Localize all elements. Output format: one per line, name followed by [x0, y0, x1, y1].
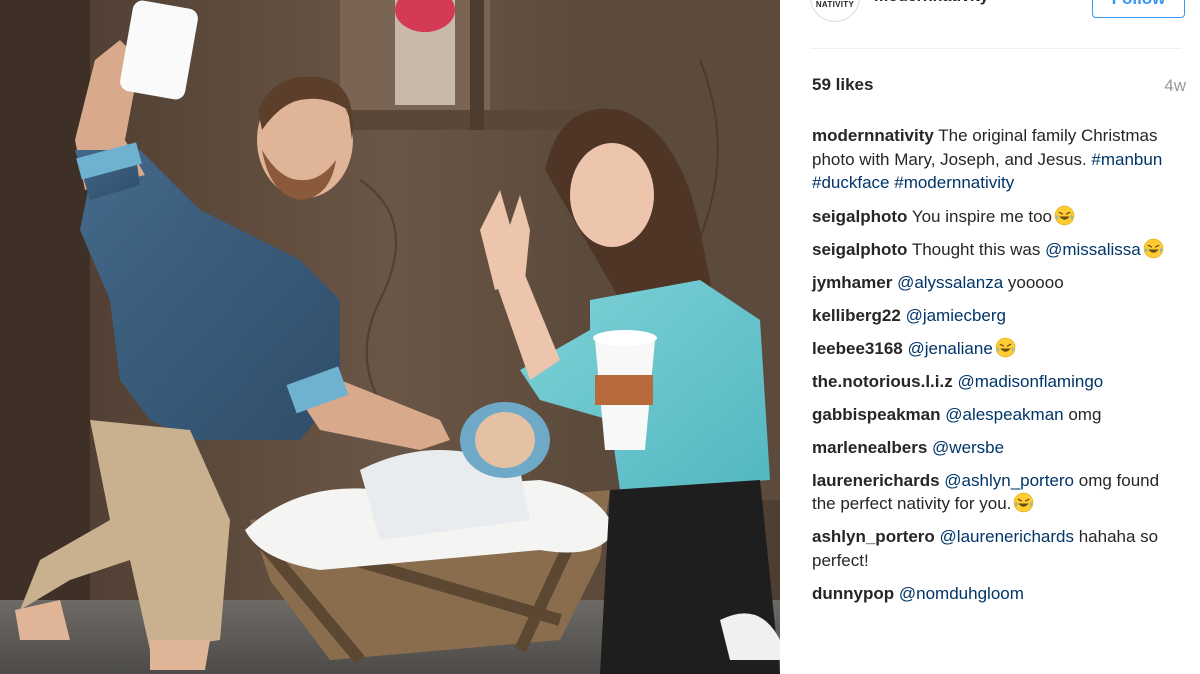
face-with-tears-of-joy-icon: [1014, 492, 1034, 513]
comment-username[interactable]: laurenerichards: [812, 471, 940, 490]
comment-item: kelliberg22 @jamiecberg: [812, 304, 1184, 328]
comment-item: laurenerichards @ashlyn_portero omg foun…: [812, 469, 1184, 516]
mention-link[interactable]: @laurenerichards: [940, 527, 1074, 546]
comment-text: omg: [1063, 404, 1102, 424]
comment-item: jymhamer @alyssalanza yooooo: [812, 271, 1184, 295]
hashtag-link[interactable]: #modernnativity: [894, 173, 1014, 192]
header-username[interactable]: modernnativity: [874, 0, 989, 6]
comments-list: modernnativity The original family Chris…: [812, 124, 1184, 615]
comment-item: seigalphoto You inspire me too: [812, 205, 1184, 229]
likes-count[interactable]: 59 likes: [812, 75, 873, 95]
comment-username[interactable]: seigalphoto: [812, 207, 907, 226]
comment-item: ashlyn_portero @laurenerichards hahaha s…: [812, 525, 1184, 572]
mention-link[interactable]: @jenaliane: [907, 339, 992, 358]
mention-link[interactable]: @alyssalanza: [897, 273, 1003, 292]
comment-username[interactable]: modernnativity: [812, 126, 934, 145]
nativity-figurines-illustration: [0, 0, 780, 674]
caption: modernnativity The original family Chris…: [812, 124, 1184, 195]
comment-username[interactable]: kelliberg22: [812, 306, 901, 325]
hashtag-link[interactable]: #manbun: [1091, 150, 1162, 169]
mention-link[interactable]: @alespeakman: [945, 405, 1063, 424]
mention-link[interactable]: @ashlyn_portero: [944, 471, 1074, 490]
comment-username[interactable]: jymhamer: [812, 273, 892, 292]
comment-item: seigalphoto Thought this was @missalissa: [812, 238, 1184, 262]
follow-button[interactable]: Follow: [1092, 0, 1185, 18]
comment-username[interactable]: ashlyn_portero: [812, 527, 935, 546]
face-with-tears-of-joy-icon: [1143, 238, 1164, 258]
header-divider: [810, 48, 1182, 49]
comment-item: marlenealbers @wersbe: [812, 436, 1184, 460]
post-photo[interactable]: [0, 0, 780, 674]
avatar-logo-text: NATIVITY: [815, 0, 855, 9]
mention-link[interactable]: @nomduhgloom: [899, 584, 1024, 603]
comment-text: yooooo: [1003, 272, 1064, 292]
post-header: NATIVITY modernnativity Follow: [780, 0, 1200, 48]
post-age[interactable]: 4w: [1164, 76, 1186, 96]
comment-text: Thought this was: [911, 239, 1046, 259]
comment-username[interactable]: the.notorious.l.i.z: [812, 372, 953, 391]
face-with-tears-of-joy-icon: [1054, 205, 1075, 225]
comment-item: the.notorious.l.i.z @madisonflamingo: [812, 370, 1184, 394]
comment-username[interactable]: dunnypop: [812, 584, 894, 603]
comment-item: dunnypop @nomduhgloom: [812, 582, 1184, 606]
comment-item: gabbispeakman @alespeakman omg: [812, 403, 1184, 427]
hashtag-link[interactable]: #duckface: [812, 173, 890, 192]
comment-username[interactable]: marlenealbers: [812, 438, 927, 457]
mention-link[interactable]: @jamiecberg: [906, 306, 1006, 325]
post-sidebar: NATIVITY modernnativity Follow 59 likes …: [780, 0, 1200, 674]
comment-username[interactable]: leebee3168: [812, 339, 903, 358]
comment-text: You inspire me too: [911, 206, 1053, 226]
face-with-tears-of-joy-icon: [995, 337, 1016, 357]
comment-item: leebee3168 @jenaliane: [812, 337, 1184, 361]
comment-username[interactable]: seigalphoto: [812, 240, 907, 259]
mention-link[interactable]: @madisonflamingo: [957, 372, 1103, 391]
mention-link[interactable]: @wersbe: [932, 438, 1004, 457]
mention-link[interactable]: @missalissa: [1045, 240, 1141, 259]
avatar[interactable]: NATIVITY: [810, 0, 860, 22]
comment-username[interactable]: gabbispeakman: [812, 405, 941, 424]
